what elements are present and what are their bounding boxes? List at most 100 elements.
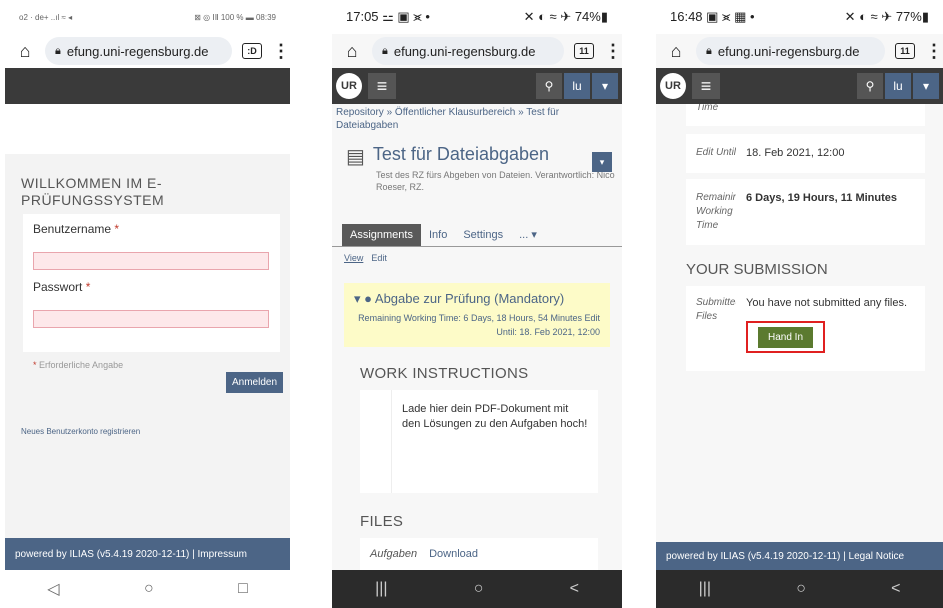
assignment-title[interactable]: ▾ ● Abgabe zur Prüfung (Mandatory) bbox=[354, 291, 600, 307]
status-left: 17:05 ⚍ ▣ ⪤ • bbox=[346, 9, 430, 24]
password-label: Passwort * bbox=[33, 280, 91, 294]
subtabs: View Edit bbox=[332, 247, 622, 269]
subtab-view[interactable]: View bbox=[344, 253, 363, 263]
address-bar[interactable]: 🔒︎ efung.uni-regensburg.de bbox=[45, 37, 232, 65]
home-nav-icon[interactable]: ○ bbox=[796, 580, 806, 598]
menu-icon[interactable]: ≡ bbox=[368, 73, 396, 99]
status-bar: 17:05 ⚍ ▣ ⪤ • ✕ ◐ ≈ ✈ 74%▮ bbox=[332, 0, 622, 34]
login-button[interactable]: Anmelden bbox=[226, 372, 284, 393]
more-icon[interactable]: ⋮ bbox=[604, 41, 622, 62]
tab-more[interactable]: ... ▾ bbox=[511, 223, 545, 246]
submission-screen: 16:48 ▣ ⪤ ▦ • ✕ ◐ ≈ ✈ 77%▮ ⌂ 🔒︎ efung.un… bbox=[656, 0, 943, 608]
register-link[interactable]: Neues Benutzerkonto registrieren bbox=[21, 427, 140, 436]
status-right: ⊠ ◎ ⅠⅡ 100 % ▬ 08:39 bbox=[194, 12, 276, 22]
search-icon[interactable]: ⚲ bbox=[536, 73, 562, 99]
footer: powered by ILIAS (v5.4.19 2020-12-11) | … bbox=[5, 538, 290, 570]
recents-icon[interactable]: ||| bbox=[699, 580, 711, 598]
android-nav-bar: ||| ○ < bbox=[656, 570, 943, 608]
android-nav-bar: ◁ ○ □ bbox=[5, 570, 290, 608]
submitted-label: Submitted Files bbox=[696, 297, 736, 322]
remaining-label: Remaining Working Time bbox=[696, 192, 736, 231]
breadcrumb[interactable]: Repository » Öffentlicher Klausurbereich… bbox=[332, 104, 622, 134]
tab-info[interactable]: Info bbox=[421, 224, 455, 246]
chevron-down-icon[interactable]: ▾ bbox=[913, 73, 939, 99]
object-description: Test des RZ fürs Abgeben von Dateien. Ve… bbox=[376, 170, 615, 192]
recents-icon[interactable]: ||| bbox=[375, 580, 387, 598]
back-icon[interactable]: < bbox=[570, 580, 579, 598]
tab-settings[interactable]: Settings bbox=[455, 224, 511, 246]
actions-dropdown[interactable]: ▾ bbox=[592, 152, 612, 172]
header-actions: ⚲ lu ▾ bbox=[536, 73, 618, 99]
browser-toolbar: ⌂ 🔒︎ efung.uni-regensburg.de 11 ⋮ bbox=[656, 34, 943, 68]
subtab-edit[interactable]: Edit bbox=[371, 253, 387, 263]
username-label: Benutzername * bbox=[33, 222, 120, 236]
assignment-box: ▾ ● Abgabe zur Prüfung (Mandatory) Remai… bbox=[344, 283, 610, 347]
browser-toolbar: ⌂ 🔒︎ efung.uni-regensburg.de 11 ⋮ bbox=[332, 34, 622, 68]
submitted-value: You have not submitted any files. bbox=[746, 297, 908, 309]
status-left: 16:48 ▣ ⪤ ▦ • bbox=[670, 9, 755, 24]
info-row-edit-until: Edit Until 18. Feb 2021, 12:00 bbox=[686, 134, 925, 173]
work-instructions-heading: WORK INSTRUCTIONS bbox=[360, 365, 529, 382]
home-icon[interactable]: ⌂ bbox=[342, 41, 362, 62]
recents-icon[interactable]: □ bbox=[238, 580, 248, 598]
tab-bar: Assignments Info Settings ... ▾ bbox=[332, 223, 622, 247]
user-menu[interactable]: lu bbox=[564, 73, 590, 99]
address-bar[interactable]: 🔒︎ efung.uni-regensburg.de bbox=[372, 37, 564, 65]
android-nav-bar: ||| ○ < bbox=[332, 570, 622, 608]
url-text: efung.uni-regensburg.de bbox=[717, 43, 860, 59]
user-menu[interactable]: lu bbox=[885, 73, 911, 99]
ur-logo[interactable]: UR bbox=[336, 73, 362, 99]
back-icon[interactable]: < bbox=[891, 580, 900, 598]
lock-icon: 🔒︎ bbox=[55, 44, 61, 57]
submission-row: Submitted Files You have not submitted a… bbox=[686, 286, 925, 371]
search-icon[interactable]: ⚲ bbox=[857, 73, 883, 99]
username-input[interactable] bbox=[33, 252, 269, 270]
required-note: * Erforderliche Angabe bbox=[33, 360, 124, 370]
object-header: ▤ Test für Dateiabgaben bbox=[332, 134, 622, 169]
status-right: ✕ ◐ ≈ ✈ 74%▮ bbox=[523, 9, 608, 24]
chevron-down-icon[interactable]: ▾ bbox=[592, 73, 618, 99]
password-input[interactable] bbox=[33, 310, 269, 328]
exercise-icon: ▤ bbox=[346, 146, 365, 168]
files-heading: FILES bbox=[360, 513, 404, 530]
address-bar[interactable]: 🔒︎ efung.uni-regensburg.de bbox=[696, 37, 885, 65]
lock-icon: 🔒︎ bbox=[706, 44, 712, 57]
assignment-meta: Remaining Working Time: 6 Days, 18 Hours… bbox=[358, 313, 600, 337]
page-title: WILLKOMMEN IM E-PRÜFUNGSSYSTEM bbox=[21, 175, 165, 208]
home-icon[interactable]: ⌂ bbox=[15, 41, 35, 62]
back-icon[interactable]: ◁ bbox=[47, 579, 59, 599]
header-bar bbox=[5, 68, 290, 104]
download-link[interactable]: Download bbox=[429, 548, 478, 560]
collapse-icon: ▾ ● bbox=[354, 291, 372, 306]
header-actions: ⚲ lu ▾ bbox=[857, 73, 939, 99]
submission-heading: YOUR SUBMISSION bbox=[686, 261, 828, 278]
status-left: o2 · de+ ..ıl ≈ ◂ bbox=[19, 12, 73, 22]
footer: powered by ILIAS (v5.4.19 2020-12-11) | … bbox=[656, 542, 943, 570]
home-icon[interactable]: ⌂ bbox=[666, 41, 686, 62]
hand-in-button[interactable]: Hand In bbox=[758, 327, 814, 348]
page-content: Time Edit Until 18. Feb 2021, 12:00 Rema… bbox=[656, 104, 943, 570]
tab-assignments[interactable]: Assignments bbox=[342, 224, 421, 246]
home-nav-icon[interactable]: ○ bbox=[474, 580, 484, 598]
tabs-icon[interactable]: 11 bbox=[895, 43, 915, 59]
login-screen: o2 · de+ ..ıl ≈ ◂ ⊠ ◎ ⅠⅡ 100 % ▬ 08:39 ⌂… bbox=[5, 0, 290, 608]
page-title: Test für Dateiabgaben bbox=[372, 144, 550, 164]
more-icon[interactable]: ⋮ bbox=[925, 41, 943, 62]
more-icon[interactable]: ⋮ bbox=[272, 41, 290, 62]
home-nav-icon[interactable]: ○ bbox=[144, 580, 154, 598]
ur-logo[interactable]: UR bbox=[660, 73, 686, 99]
file-row: Aufgaben Download bbox=[360, 538, 598, 570]
ilias-header: UR ≡ ⚲ lu ▾ bbox=[332, 68, 622, 104]
work-instructions-box: Lade hier dein PDF-Dokument mit den Lösu… bbox=[360, 390, 598, 493]
edit-until-value: 18. Feb 2021, 12:00 bbox=[746, 147, 845, 159]
menu-icon[interactable]: ≡ bbox=[692, 73, 720, 99]
tabs-icon[interactable]: 11 bbox=[574, 43, 594, 59]
remaining-value: 6 Days, 19 Hours, 11 Minutes bbox=[746, 192, 898, 204]
url-text: efung.uni-regensburg.de bbox=[66, 43, 209, 59]
edit-until-label: Edit Until bbox=[696, 147, 736, 158]
work-instructions-text: Lade hier dein PDF-Dokument mit den Lösu… bbox=[401, 403, 588, 430]
info-row-partial: Time bbox=[686, 104, 925, 126]
tabs-icon[interactable]: :D bbox=[242, 43, 262, 59]
lock-icon: 🔒︎ bbox=[382, 44, 388, 57]
ilias-header: UR ≡ ⚲ lu ▾ bbox=[656, 68, 943, 104]
